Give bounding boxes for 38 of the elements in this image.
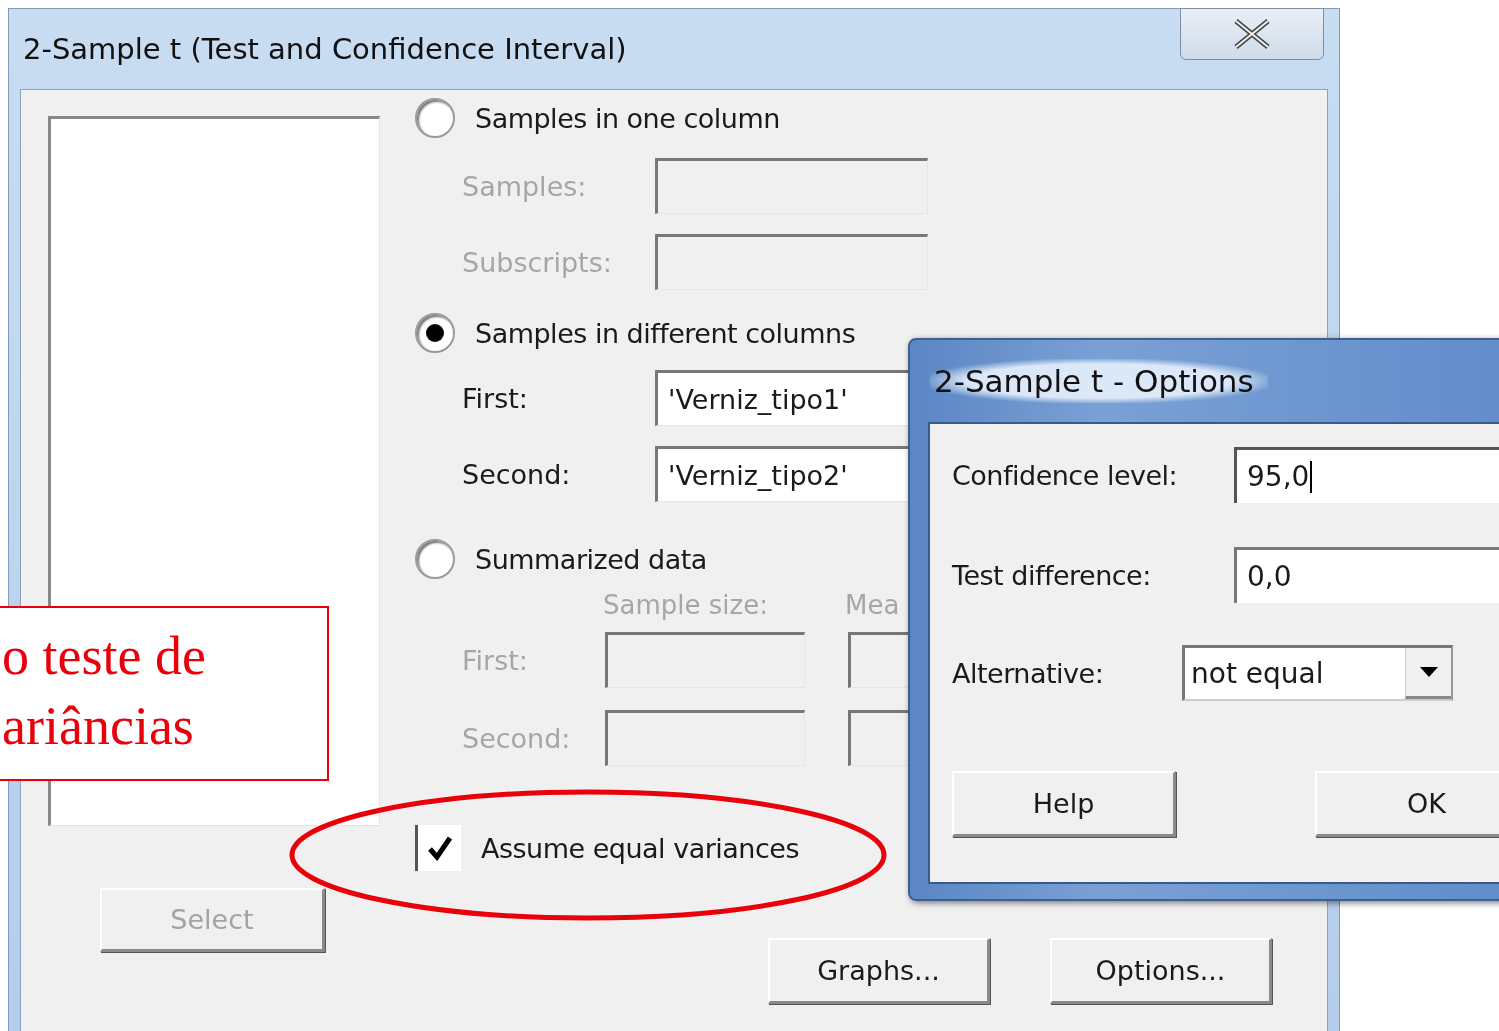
- input-field[interactable]: [605, 632, 805, 688]
- field-label: Alternative:: [952, 657, 1105, 689]
- checkbox-label: Assume equal variances: [481, 832, 799, 864]
- column-label: Sample size:: [603, 590, 768, 620]
- dialog-button[interactable]: Graphs...: [768, 938, 990, 1004]
- input-field[interactable]: 95,0: [1234, 447, 1499, 503]
- dropdown-arrow-icon: [1419, 667, 1438, 677]
- field-label: Test difference:: [952, 559, 1152, 591]
- radio-label: Samples in different columns: [475, 317, 856, 349]
- window-title: 2-Sample t (Test and Confidence Interval): [23, 32, 627, 66]
- radio-button[interactable]: [415, 98, 455, 138]
- window-title: 2-Sample t - Options: [930, 359, 1268, 403]
- input-field[interactable]: 0,0: [1234, 547, 1499, 603]
- dropdown[interactable]: not equal: [1182, 645, 1453, 701]
- input-field[interactable]: [655, 158, 928, 214]
- dialog-button[interactable]: Help: [952, 771, 1176, 837]
- field-label: Second:: [462, 722, 572, 754]
- column-label: Mea: [845, 590, 900, 620]
- check-icon: [426, 835, 453, 861]
- input-field[interactable]: [605, 710, 805, 766]
- dialog-button[interactable]: Options...: [1050, 938, 1272, 1004]
- field-label: First:: [462, 382, 529, 414]
- field-label: Samples:: [462, 170, 588, 202]
- field-label: Subscripts:: [462, 246, 613, 278]
- checkbox[interactable]: [415, 825, 461, 871]
- radio-button[interactable]: [415, 313, 455, 353]
- radio-label: Samples in one column: [475, 102, 780, 134]
- radio-label: Summarized data: [475, 543, 707, 575]
- field-label: Second:: [462, 458, 572, 490]
- close-button[interactable]: [1180, 8, 1324, 60]
- annotation-text: ariâncias: [2, 694, 195, 758]
- field-label: First:: [462, 644, 529, 676]
- input-field[interactable]: [655, 234, 928, 290]
- annotation-text: o teste de: [2, 624, 207, 688]
- close-icon: [1232, 18, 1272, 50]
- radio-button[interactable]: [415, 539, 455, 579]
- dialog-button[interactable]: OK: [1315, 771, 1499, 837]
- field-label: Confidence level:: [952, 459, 1179, 491]
